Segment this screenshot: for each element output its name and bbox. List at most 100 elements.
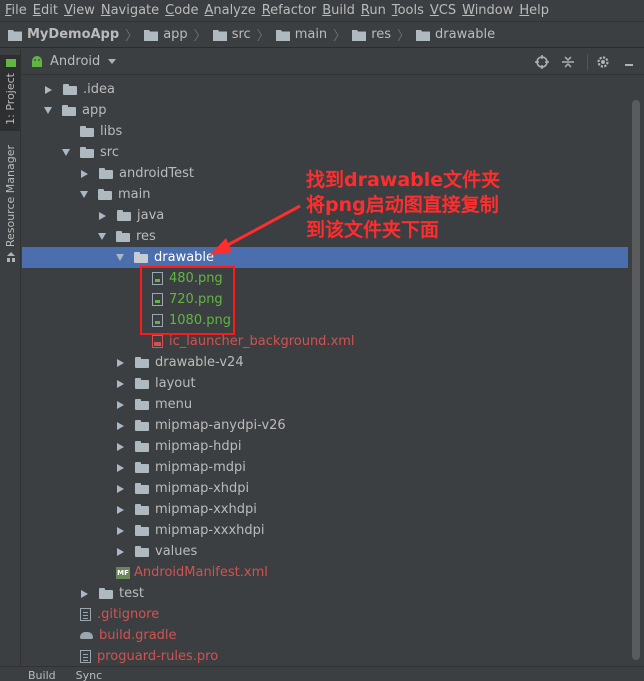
tab-build[interactable]: Build [0, 667, 66, 681]
tree-row-mipmap-xxxhdpi[interactable]: mipmap-xxxhdpi [22, 520, 628, 541]
breadcrumb-label: src [231, 27, 251, 42]
bottom-tool-strip: Build Sync [0, 666, 644, 681]
tree-row-mipmap-hdpi[interactable]: mipmap-hdpi [22, 436, 628, 457]
folder-icon [144, 29, 159, 41]
collapse-all-button[interactable] [557, 51, 579, 73]
menu-tools[interactable]: Tools [391, 0, 429, 21]
tree-row-test[interactable]: test [22, 583, 628, 604]
expand-arrow-icon[interactable] [117, 526, 124, 535]
collapse-arrow-icon[interactable] [62, 149, 70, 156]
tree-row-values[interactable]: values [22, 541, 628, 562]
menu-analyze[interactable]: Analyze [203, 0, 260, 21]
tree-row-mipmap-xhdpi[interactable]: mipmap-xhdpi [22, 478, 628, 499]
hide-panel-button[interactable] [618, 51, 640, 73]
chevron-right-icon: 〉 [256, 29, 270, 44]
gradle-elephant-icon [80, 630, 95, 641]
expand-arrow-icon[interactable] [117, 505, 124, 514]
menu-refactor[interactable]: Refactor [261, 0, 322, 21]
tree-row-720-png[interactable]: 720.png [22, 289, 628, 310]
folder-icon [135, 378, 149, 389]
expand-arrow-icon[interactable] [117, 463, 124, 472]
collapse-arrow-icon[interactable] [44, 107, 52, 114]
breadcrumb-item-drawable[interactable]: drawable [416, 27, 495, 42]
tree-row-ic-launcher-background[interactable]: ic_launcher_background.xml [22, 331, 628, 352]
folder-icon [99, 588, 113, 599]
breadcrumb-item-src[interactable]: src [212, 27, 251, 42]
tree-row-gitignore[interactable]: .gitignore [22, 604, 628, 625]
breadcrumb-label: main [294, 27, 328, 42]
breadcrumb-item-app[interactable]: app [144, 27, 188, 42]
tree-row-drawable[interactable]: drawable [22, 247, 628, 268]
expand-arrow-icon[interactable] [117, 442, 124, 451]
tree-row-480-png[interactable]: 480.png [22, 268, 628, 289]
expand-arrow-icon[interactable] [117, 421, 124, 430]
expand-arrow-icon[interactable] [117, 379, 124, 388]
tab-project[interactable]: 1: Project [0, 55, 21, 131]
tree-row-mipmap-xxhdpi[interactable]: mipmap-xxhdpi [22, 499, 628, 520]
locate-button[interactable] [531, 51, 553, 73]
tree-row-libs[interactable]: libs [22, 121, 628, 142]
expand-arrow-icon[interactable] [117, 400, 124, 409]
tree-label: src [100, 145, 119, 160]
tree-label: mipmap-mdpi [155, 460, 246, 475]
tree-row-mipmap-mdpi[interactable]: mipmap-mdpi [22, 457, 628, 478]
toolbar-divider [587, 54, 588, 70]
menu-window[interactable]: Window [461, 0, 518, 21]
project-tree: .idea app libs src androidTest main java… [22, 76, 628, 666]
chevron-right-icon: 〉 [333, 29, 347, 44]
menu-edit[interactable]: Edit [32, 0, 63, 21]
menu-navigate[interactable]: Navigate [100, 0, 164, 21]
collapse-arrow-icon[interactable] [116, 254, 124, 261]
tree-row-drawable-v24[interactable]: drawable-v24 [22, 352, 628, 373]
menu-code[interactable]: Code [164, 0, 203, 21]
breadcrumb-item-main[interactable]: main [275, 27, 328, 42]
project-view-dropdown[interactable]: Android [30, 54, 117, 69]
settings-button[interactable] [592, 51, 614, 73]
expand-arrow-icon[interactable] [45, 85, 52, 94]
expand-arrow-icon[interactable] [117, 484, 124, 493]
left-tool-strip: 1: Project Resource Manager [0, 49, 21, 681]
folder-icon [135, 483, 149, 494]
tab-sync[interactable]: Sync [66, 667, 113, 681]
tree-row-app[interactable]: app [22, 100, 628, 121]
breadcrumb-item-res[interactable]: res [352, 27, 391, 42]
menu-view[interactable]: View [63, 0, 100, 21]
folder-icon [80, 147, 94, 158]
tree-row-proguard-rules[interactable]: proguard-rules.pro [22, 646, 628, 666]
tree-row-build-gradle[interactable]: build.gradle [22, 625, 628, 646]
expand-arrow-icon[interactable] [99, 211, 106, 220]
menu-build[interactable]: Build [321, 0, 360, 21]
tree-row-mipmap-anydpi-v26[interactable]: mipmap-anydpi-v26 [22, 415, 628, 436]
tree-label: build.gradle [99, 628, 177, 643]
tree-label: mipmap-xxhdpi [155, 502, 257, 517]
tree-row-idea[interactable]: .idea [22, 79, 628, 100]
tree-row-src[interactable]: src [22, 142, 628, 163]
annotation-highlight-box [140, 266, 235, 335]
collapse-icon [562, 56, 574, 68]
menu-help[interactable]: Help [518, 0, 554, 21]
scrollbar-thumb[interactable] [632, 100, 640, 660]
text-file-icon [80, 608, 91, 621]
expand-arrow-icon[interactable] [117, 358, 124, 367]
menu-run[interactable]: Run [360, 0, 391, 21]
expand-arrow-icon[interactable] [117, 547, 124, 556]
tab-resource-manager[interactable]: Resource Manager [0, 145, 21, 269]
expand-arrow-icon[interactable] [81, 169, 88, 178]
tree-label: test [119, 586, 144, 601]
menu-vcs[interactable]: VCS [429, 0, 461, 21]
collapse-arrow-icon[interactable] [80, 191, 88, 198]
breadcrumb-item-project[interactable]: MyDemoApp [8, 27, 119, 42]
tree-label: mipmap-hdpi [155, 439, 242, 454]
menu-file[interactable]: File [4, 0, 32, 21]
tree-label: res [136, 229, 156, 244]
tree-row-1080-png[interactable]: 1080.png [22, 310, 628, 331]
project-panel-header: Android [22, 49, 644, 75]
tree-scrollbar[interactable] [628, 76, 644, 666]
collapse-arrow-icon[interactable] [98, 233, 106, 240]
tab-project-label: 1: Project [4, 73, 17, 125]
tree-row-androidmanifest[interactable]: MF AndroidManifest.xml [22, 562, 628, 583]
expand-arrow-icon[interactable] [81, 589, 88, 598]
tree-row-menu[interactable]: menu [22, 394, 628, 415]
tree-row-layout[interactable]: layout [22, 373, 628, 394]
folder-icon [116, 231, 130, 242]
